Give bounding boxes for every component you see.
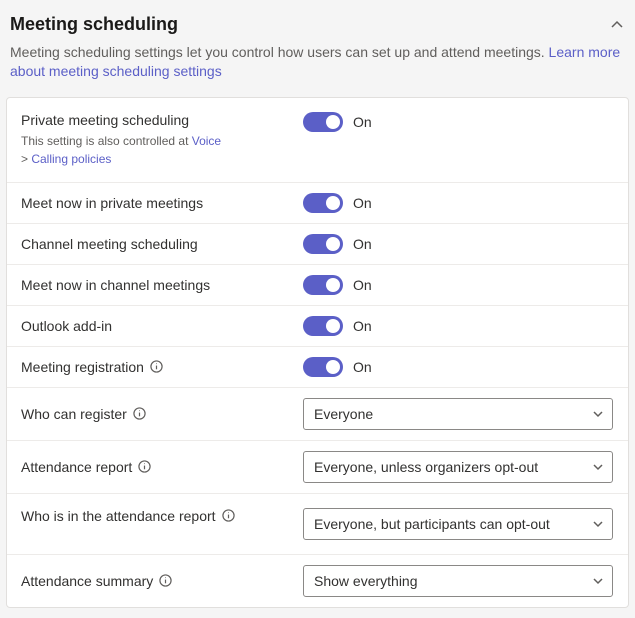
setting-label: Private meeting scheduling (21, 112, 303, 128)
section-description: Meeting scheduling settings let you cont… (0, 39, 635, 97)
select-who-can-register[interactable]: Everyone (303, 398, 613, 430)
row-who-can-register: Who can register Everyone (7, 388, 628, 441)
select-attendance-report[interactable]: Everyone, unless organizers opt-out (303, 451, 613, 483)
setting-label: Attendance report (21, 459, 132, 475)
select-value: Everyone, but participants can opt-out (314, 516, 550, 532)
toggle-channel-meeting[interactable] (303, 234, 343, 254)
info-icon[interactable] (222, 509, 235, 522)
toggle-state-label: On (353, 318, 372, 334)
settings-card: Private meeting scheduling This setting … (6, 97, 629, 608)
setting-label: Attendance summary (21, 573, 153, 589)
voice-link[interactable]: Voice (192, 134, 221, 148)
chevron-down-icon (592, 461, 604, 473)
setting-label: Who can register (21, 406, 127, 422)
select-who-in-report[interactable]: Everyone, but participants can opt-out (303, 508, 613, 540)
setting-label: Channel meeting scheduling (21, 236, 303, 252)
subtext-prefix: This setting is also controlled at (21, 134, 192, 148)
setting-label: Who is in the attendance report (21, 508, 216, 524)
row-meet-now-private: Meet now in private meetings On (7, 183, 628, 224)
info-icon[interactable] (138, 460, 151, 473)
row-meeting-registration: Meeting registration On (7, 347, 628, 388)
row-meet-now-channel: Meet now in channel meetings On (7, 265, 628, 306)
breadcrumb-sep: > (21, 152, 31, 166)
chevron-down-icon (592, 575, 604, 587)
setting-label: Outlook add-in (21, 318, 303, 334)
section-header: Meeting scheduling (0, 0, 635, 39)
info-icon[interactable] (159, 574, 172, 587)
row-outlook-addin: Outlook add-in On (7, 306, 628, 347)
toggle-private-meeting[interactable] (303, 112, 343, 132)
row-attendance-report: Attendance report Everyone, unless organ… (7, 441, 628, 494)
row-channel-meeting-scheduling: Channel meeting scheduling On (7, 224, 628, 265)
select-value: Show everything (314, 573, 418, 589)
toggle-state-label: On (353, 359, 372, 375)
select-value: Everyone, unless organizers opt-out (314, 459, 538, 475)
setting-label: Meeting registration (21, 359, 144, 375)
toggle-state-label: On (353, 195, 372, 211)
toggle-state-label: On (353, 114, 372, 130)
row-attendance-summary: Attendance summary Show everything (7, 555, 628, 607)
info-icon[interactable] (133, 407, 146, 420)
section-title: Meeting scheduling (10, 14, 178, 35)
select-attendance-summary[interactable]: Show everything (303, 565, 613, 597)
setting-label: Meet now in private meetings (21, 195, 303, 211)
row-private-meeting-scheduling: Private meeting scheduling This setting … (7, 98, 628, 183)
toggle-outlook-addin[interactable] (303, 316, 343, 336)
chevron-down-icon (592, 518, 604, 530)
select-value: Everyone (314, 406, 373, 422)
chevron-up-icon[interactable] (609, 17, 625, 33)
toggle-meet-now-channel[interactable] (303, 275, 343, 295)
toggle-state-label: On (353, 236, 372, 252)
toggle-meeting-registration[interactable] (303, 357, 343, 377)
setting-subtext: This setting is also controlled at Voice… (21, 132, 303, 168)
setting-label: Meet now in channel meetings (21, 277, 303, 293)
toggle-state-label: On (353, 277, 372, 293)
calling-policies-link[interactable]: Calling policies (31, 152, 111, 166)
label-col: Private meeting scheduling This setting … (21, 112, 303, 168)
control-col: On (303, 112, 614, 132)
description-text: Meeting scheduling settings let you cont… (10, 44, 549, 60)
toggle-meet-now-private[interactable] (303, 193, 343, 213)
row-who-in-attendance-report: Who is in the attendance report Everyone… (7, 494, 628, 555)
chevron-down-icon (592, 408, 604, 420)
info-icon[interactable] (150, 360, 163, 373)
